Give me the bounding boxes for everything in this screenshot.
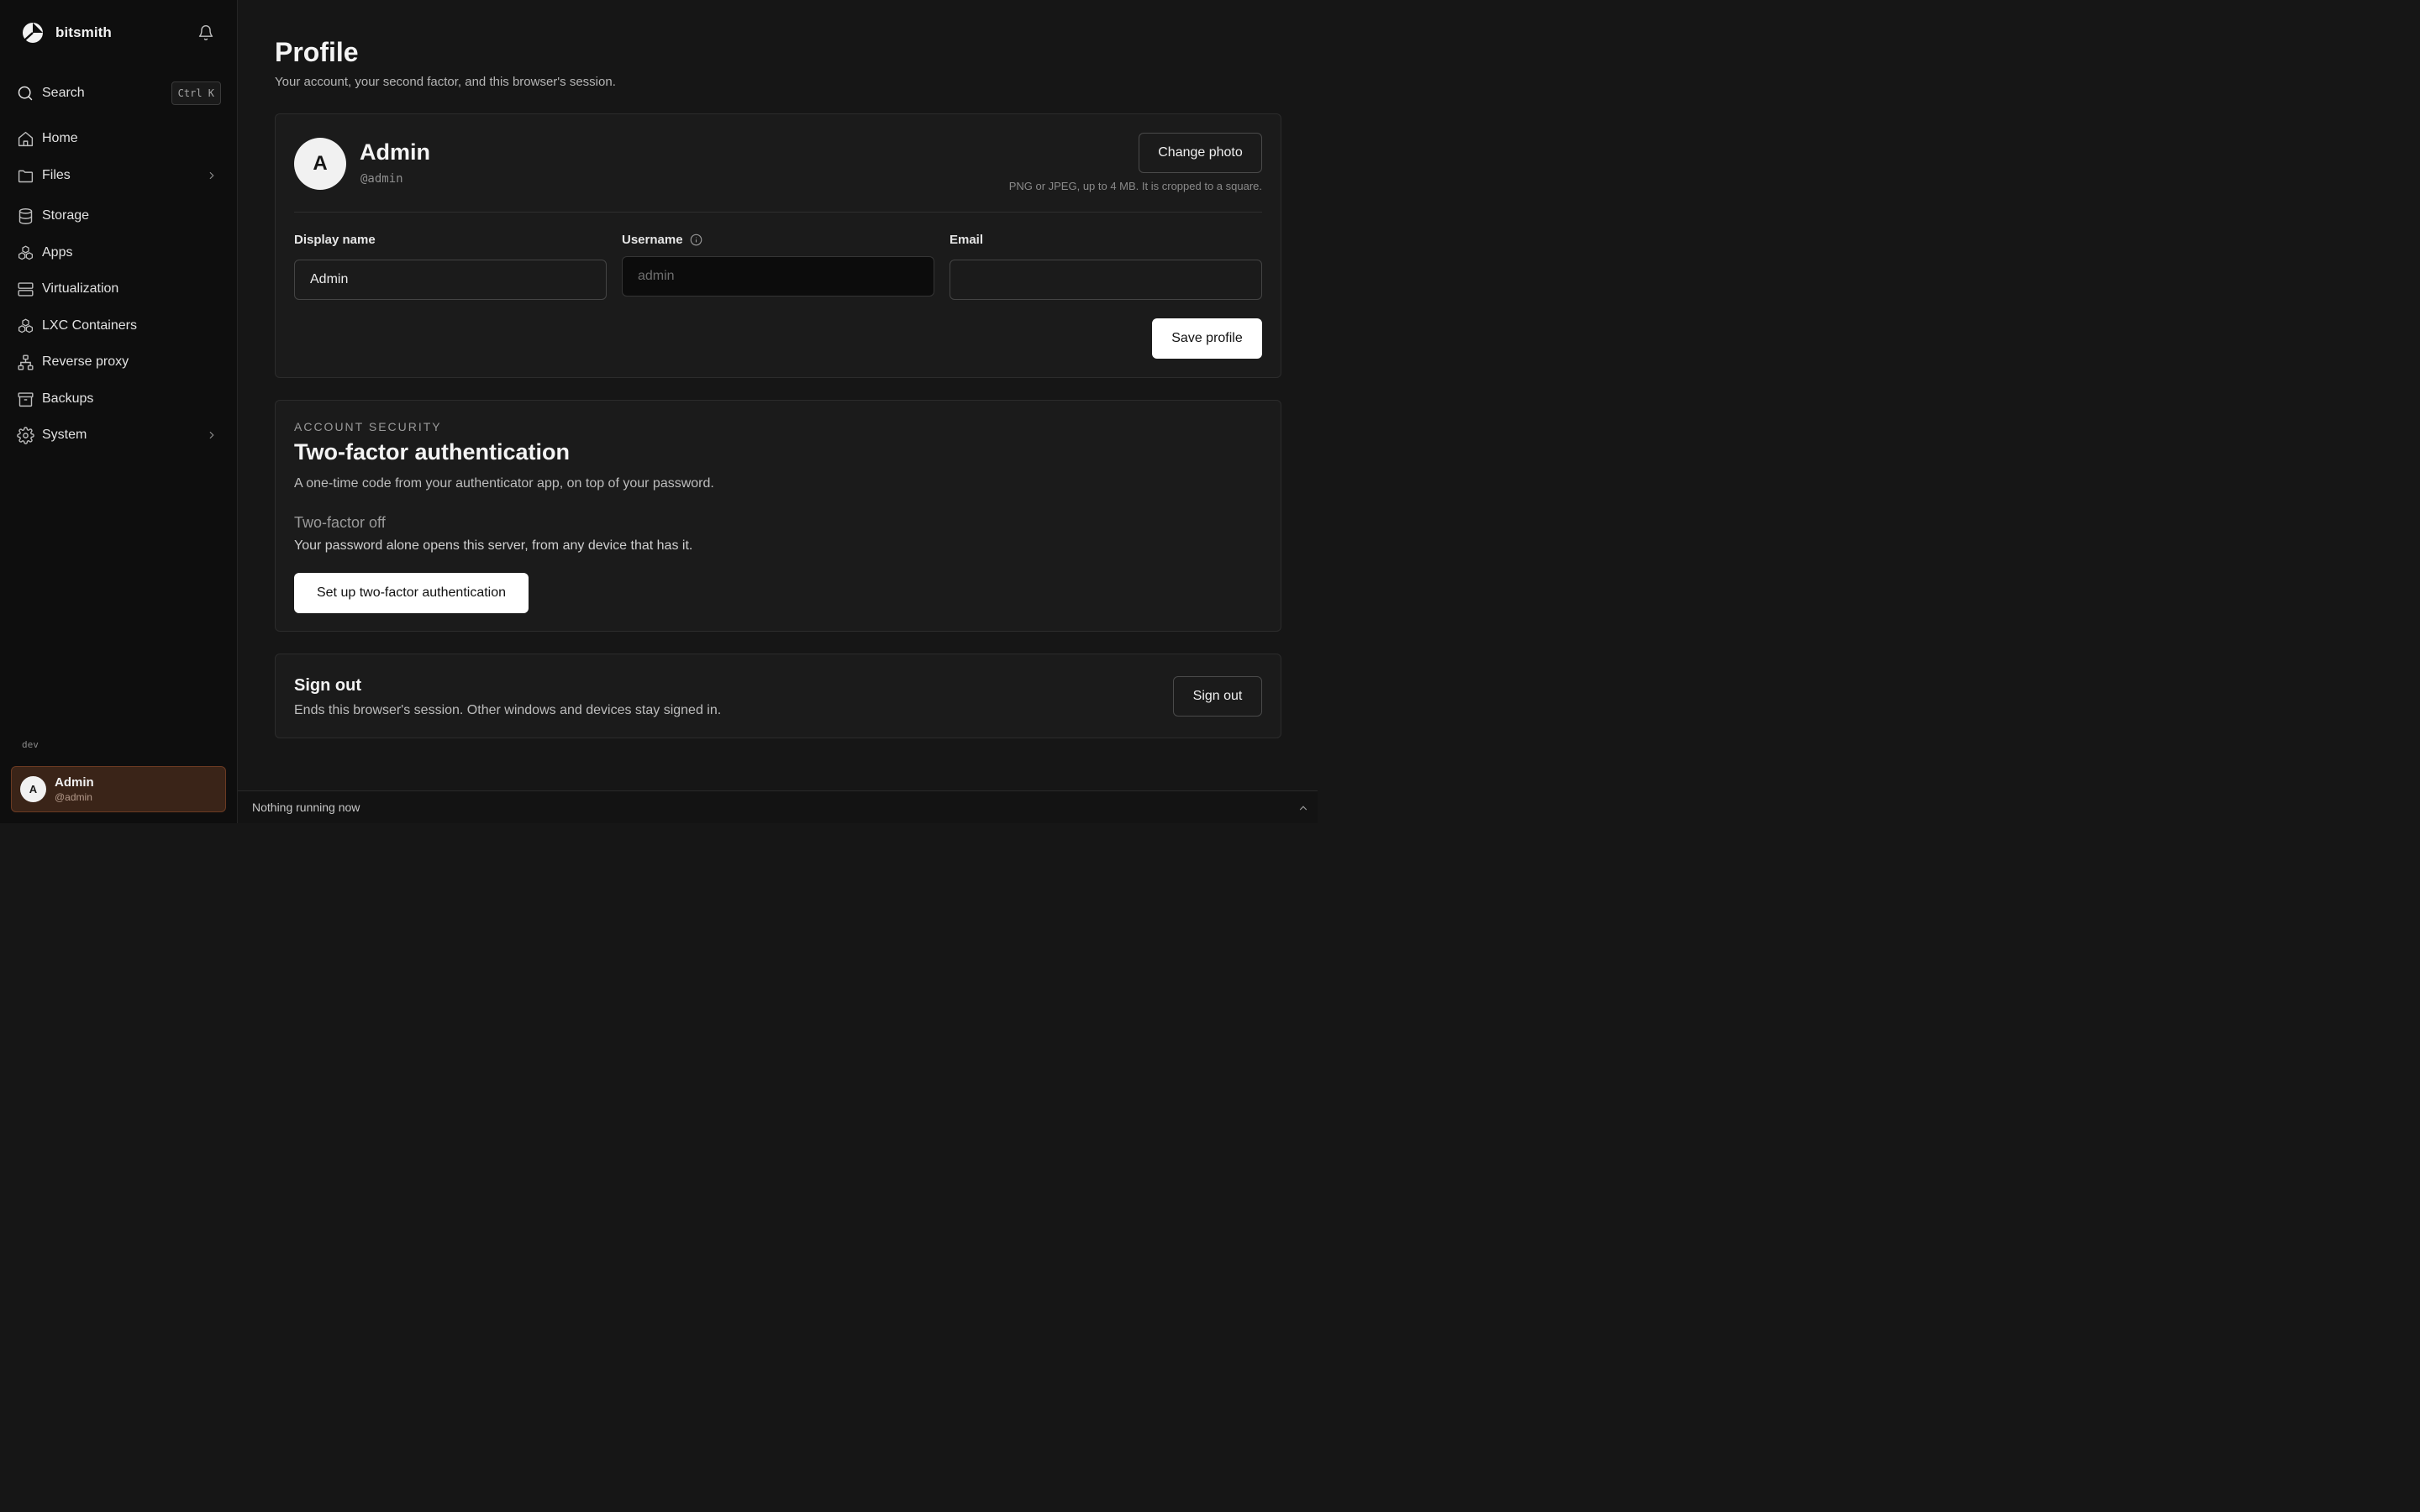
change-photo-button[interactable]: Change photo (1139, 133, 1262, 173)
search-icon (18, 86, 33, 101)
sidebar-item-label: Storage (42, 208, 90, 223)
sidebar-item-label: LXC Containers (42, 318, 137, 333)
signout-title: Sign out (294, 676, 361, 695)
main-content: Profile Your account, your second factor… (238, 0, 1318, 823)
username-label-text: Username (622, 233, 683, 247)
chevron-right-icon (209, 171, 214, 180)
network-icon (18, 354, 34, 370)
page-title: Profile (275, 37, 359, 67)
sidebar-item-virtualization[interactable]: Virtualization (17, 276, 221, 302)
display-name-label: Display name (294, 233, 376, 247)
gear-icon (17, 426, 34, 444)
two-factor-status: Two-factor off (294, 514, 386, 531)
sidebar-item-home[interactable]: Home (17, 126, 221, 151)
email-label-text: Email (950, 233, 984, 247)
sidebar-item-files[interactable]: Files (17, 163, 221, 188)
status-bar[interactable]: Nothing running now (238, 790, 1318, 823)
sidebar-item-label: Home (42, 131, 78, 145)
sidebar-item-backups[interactable]: Backups (17, 386, 221, 412)
profile-card: A Admin @admin Change photo PNG or JPEG,… (275, 113, 1281, 378)
sidebar-item-label: Virtualization (42, 281, 119, 296)
sidebar-item-lxc-containers[interactable]: LXC Containers (17, 313, 221, 339)
user-menu-button[interactable]: A Admin @admin (11, 766, 226, 812)
app-root: bitsmith Search Ctrl K Home Files Storag… (0, 0, 1318, 823)
sidebar-item-system[interactable]: System (17, 423, 221, 448)
sidebar-item-label: Apps (42, 245, 73, 260)
profile-name: Admin (360, 139, 430, 165)
user-handle: @admin (55, 791, 92, 803)
archive-icon (18, 391, 34, 407)
sidebar-item-label: Files (42, 168, 71, 182)
signout-description: Ends this browser's session. Other windo… (294, 703, 722, 717)
profile-avatar: A (294, 138, 346, 190)
database-icon (18, 207, 33, 224)
sidebar-item-label: Reverse proxy (42, 354, 129, 369)
section-eyebrow: ACCOUNT SECURITY (294, 420, 442, 433)
signout-card: Sign out Ends this browser's session. Ot… (275, 654, 1281, 738)
folder-icon (18, 170, 34, 182)
sidebar-item-label: Backups (42, 391, 94, 406)
divider (294, 212, 1262, 213)
chevron-right-icon (209, 431, 214, 439)
two-factor-status-description: Your password alone opens this server, f… (294, 538, 693, 553)
email-label: Email (950, 233, 983, 247)
username-label: Username (622, 233, 702, 247)
info-icon[interactable] (690, 234, 702, 246)
sidebar-item-reverse-proxy[interactable]: Reverse proxy (17, 349, 221, 375)
display-name-label-text: Display name (294, 233, 376, 247)
search-label: Search (42, 86, 85, 100)
sidebar-item-apps[interactable]: Apps (17, 240, 221, 265)
home-icon (18, 131, 34, 146)
photo-hint: PNG or JPEG, up to 4 MB. It is cropped t… (1008, 180, 1262, 192)
sidebar: bitsmith Search Ctrl K Home Files Storag… (0, 0, 238, 823)
sidebar-item-storage[interactable]: Storage (17, 203, 221, 228)
containers-icon (18, 318, 34, 333)
setup-two-factor-button[interactable]: Set up two-factor authentication (294, 573, 529, 613)
username-input[interactable] (622, 256, 934, 297)
chevron-up-icon[interactable] (1297, 802, 1309, 814)
section-title: Two-factor authentication (294, 439, 570, 465)
environment-label: dev (22, 739, 39, 750)
status-text: Nothing running now (252, 801, 360, 814)
profile-handle: @admin (360, 172, 403, 186)
brand[interactable]: bitsmith (22, 22, 112, 44)
user-info: Admin @admin (55, 775, 94, 803)
page-subtitle: Your account, your second factor, and th… (275, 75, 616, 89)
user-name: Admin (55, 775, 94, 790)
save-profile-button[interactable]: Save profile (1152, 318, 1262, 359)
bell-icon[interactable] (197, 24, 214, 41)
sidebar-item-label: System (42, 428, 87, 442)
avatar: A (20, 776, 46, 802)
server-icon (18, 281, 34, 297)
section-description: A one-time code from your authenticator … (294, 476, 714, 491)
bitsmith-logo-icon (23, 23, 43, 43)
email-field[interactable] (950, 260, 1262, 300)
apps-icon (18, 245, 34, 260)
brand-name: bitsmith (55, 24, 112, 40)
search-button[interactable]: Search Ctrl K (17, 81, 221, 106)
search-shortcut: Ctrl K (171, 81, 221, 105)
security-card: ACCOUNT SECURITY Two-factor authenticati… (275, 400, 1281, 632)
display-name-input[interactable] (294, 260, 607, 300)
sign-out-button[interactable]: Sign out (1173, 676, 1262, 717)
